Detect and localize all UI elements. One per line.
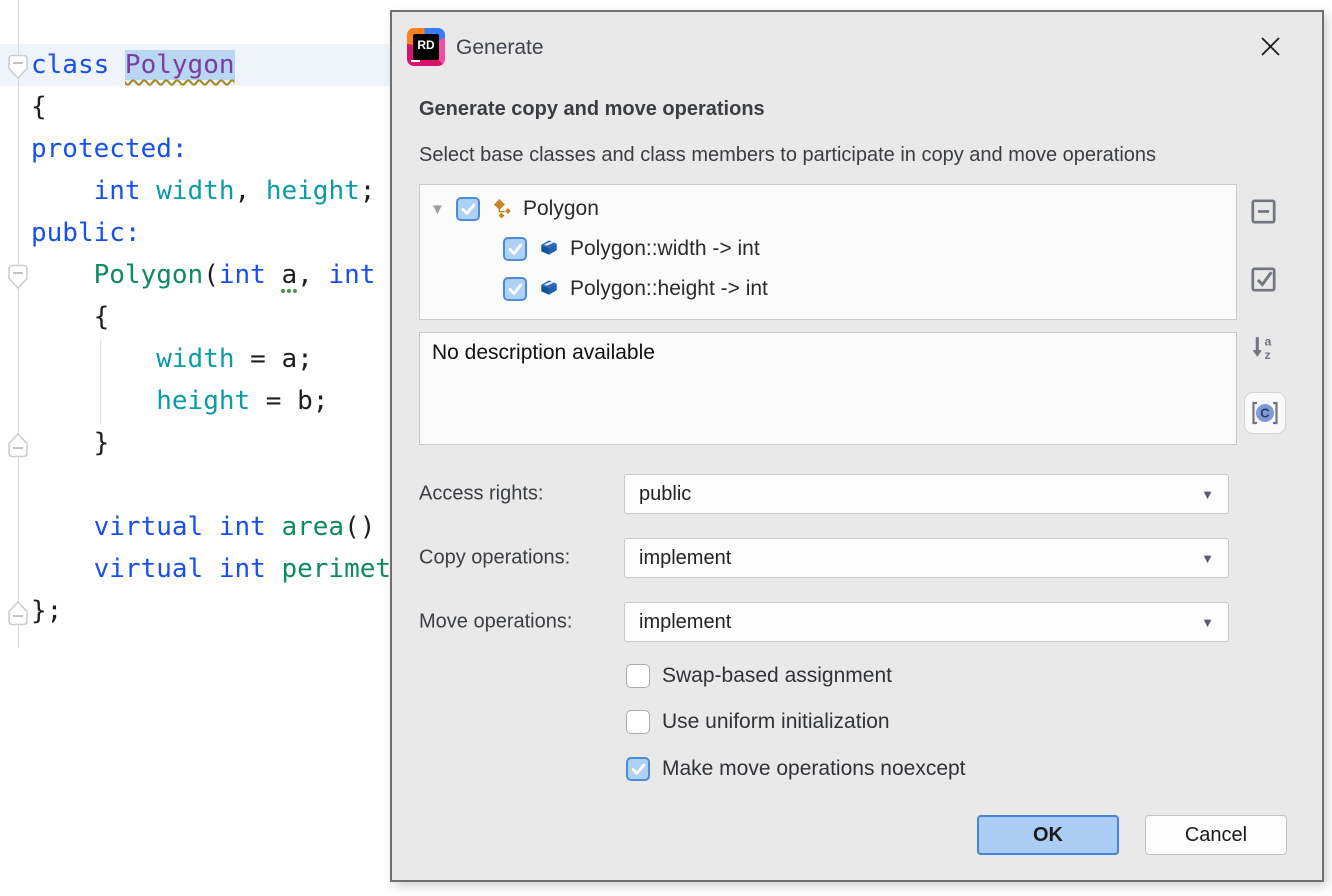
field-icon [538,278,560,300]
option-checkbox[interactable] [626,710,650,734]
tree-node-label: Polygon [523,197,599,221]
code-line[interactable]: }; [31,590,391,632]
fold-region-end-icon[interactable] [7,600,29,626]
sort-alpha-icon[interactable]: az [1248,332,1278,362]
description-panel: No description available [419,332,1237,445]
chevron-down-icon: ▼ [1201,551,1214,566]
option-label: Swap-based assignment [662,664,892,688]
field-row: Access rights: public ▼ [419,474,1237,514]
svg-text:a: a [1264,334,1271,348]
field-label: Access rights: [419,483,543,506]
class-icon [491,198,513,220]
code-line[interactable]: public: [31,212,391,254]
option-row[interactable]: Make move operations noexcept [626,757,966,781]
code-line[interactable]: { [31,296,391,338]
check-all-icon[interactable] [1248,264,1278,294]
option-row[interactable]: Use uniform initialization [626,710,890,734]
dropdown[interactable]: implement ▼ [624,538,1229,578]
option-row[interactable]: Swap-based assignment [626,664,892,688]
dropdown-value: implement [639,611,731,634]
chevron-down-icon: ▼ [1201,487,1214,502]
rider-logo: RD [407,28,445,66]
code-line[interactable]: height = b; [31,380,391,422]
field-icon [538,238,560,260]
rider-logo-letters: RD [413,34,439,60]
code-area[interactable]: class Polygon{protected: int width, heig… [31,44,391,632]
code-line[interactable]: protected: [31,128,391,170]
members-tree: ▼ Polygon ▼ Polygon::width -> int ▼ Poly… [419,184,1237,320]
field-label: Copy operations: [419,547,570,570]
code-line[interactable]: Polygon(int a, int [31,254,391,296]
chevron-down-icon: ▼ [1201,615,1214,630]
dialog-heading: Generate copy and move operations [419,98,765,121]
tree-row[interactable]: ▼ Polygon::width -> int [420,229,1236,269]
svg-text:C: C [1260,406,1270,421]
option-checkbox[interactable] [626,664,650,688]
tree-row[interactable]: ▼ Polygon [420,189,1236,229]
code-line[interactable]: virtual int area() [31,506,391,548]
code-line[interactable] [31,464,391,506]
tree-checkbox[interactable] [456,197,480,221]
rider-logo-underscore [411,60,420,63]
ide-screen: class Polygon{protected: int width, heig… [0,0,1332,896]
generate-dialog: RD Generate Generate copy and move opera… [390,10,1324,882]
code-line[interactable]: } [31,422,391,464]
svg-text:z: z [1264,347,1270,361]
chevron-down-icon[interactable]: ▼ [430,201,456,218]
fold-region-start-icon[interactable] [7,264,29,290]
option-label: Make move operations noexcept [662,757,966,781]
uncheck-all-icon[interactable] [1248,196,1278,226]
code-line[interactable]: int width, height; [31,170,391,212]
option-label: Use uniform initialization [662,710,890,734]
code-line[interactable]: { [31,86,391,128]
tree-node-label: Polygon::height -> int [570,277,768,301]
ok-button[interactable]: OK [977,815,1119,855]
gutter-divider [18,0,19,648]
dropdown-value: public [639,483,691,506]
tree-row[interactable]: ▼ Polygon::height -> int [420,269,1236,309]
field-row: Copy operations: implement ▼ [419,538,1237,578]
code-line[interactable]: width = a; [31,338,391,380]
fold-region-end-icon[interactable] [7,432,29,458]
code-line[interactable]: virtual int perimet [31,548,391,590]
dropdown[interactable]: public ▼ [624,474,1229,514]
fold-region-start-icon[interactable] [7,54,29,80]
dropdown-value: implement [639,547,731,570]
tree-checkbox[interactable] [503,237,527,261]
close-icon[interactable] [1256,32,1284,60]
code-line[interactable]: class Polygon [31,44,391,86]
dialog-title: Generate [456,36,544,60]
cancel-button[interactable]: Cancel [1145,815,1287,855]
tree-node-label: Polygon::width -> int [570,237,760,261]
option-checkbox[interactable] [626,757,650,781]
field-label: Move operations: [419,611,572,634]
dialog-subtitle: Select base classes and class members to… [419,144,1156,167]
dropdown[interactable]: implement ▼ [624,602,1229,642]
tree-checkbox[interactable] [503,277,527,301]
c-letter-brackets-icon[interactable]: C [1244,392,1286,434]
field-row: Move operations: implement ▼ [419,602,1237,642]
